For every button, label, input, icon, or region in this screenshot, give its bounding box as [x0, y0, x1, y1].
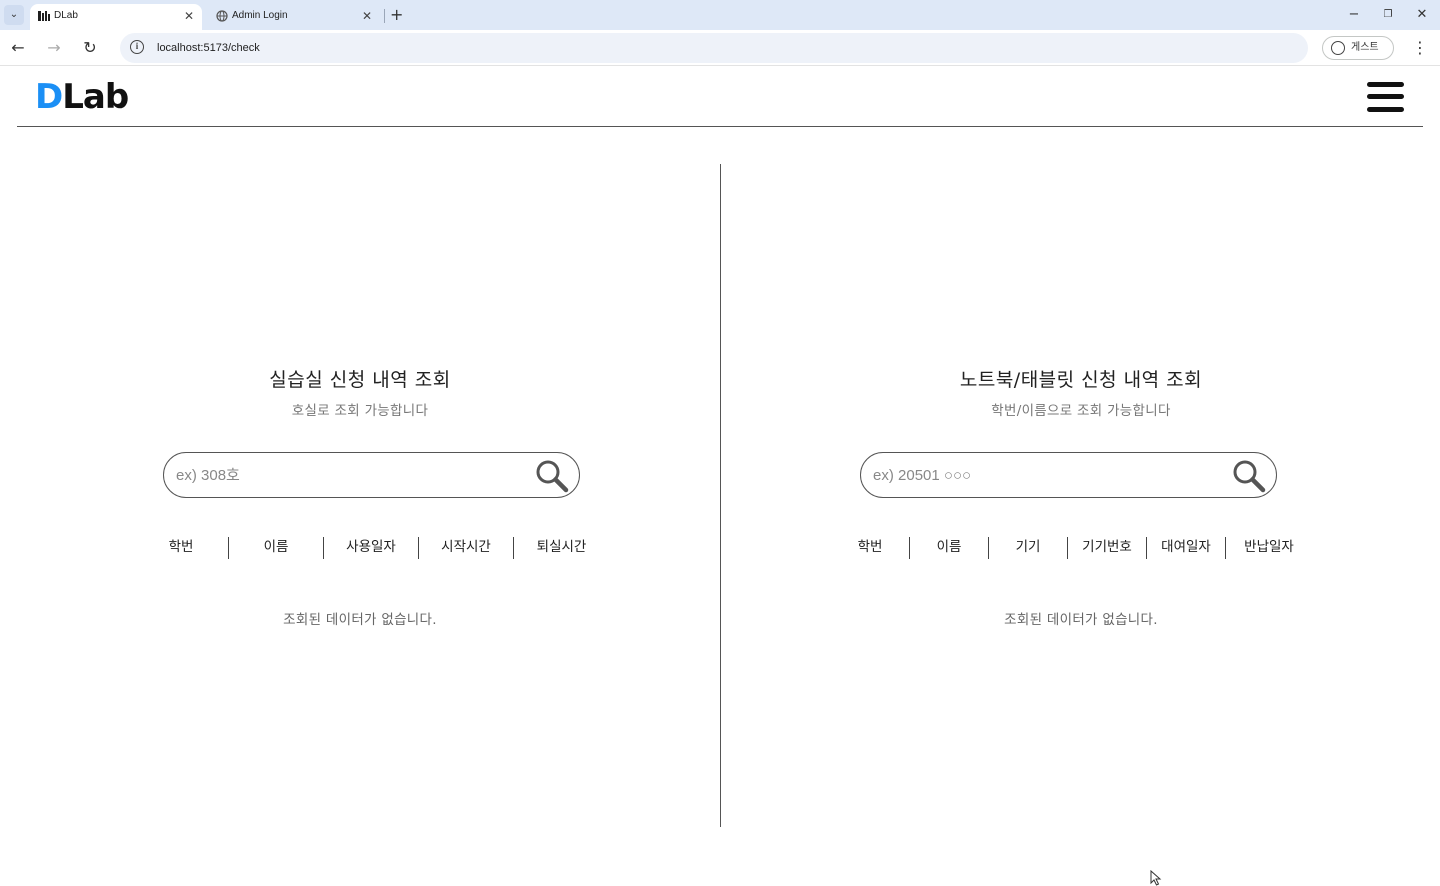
panel-subtitle: 학번/이름으로 조회 가능합니다 — [991, 403, 1171, 419]
browser-toolbar: ← → ↻ i localhost:5173/check 게스트 ⋮ — [0, 30, 1440, 66]
profile-button[interactable]: 게스트 — [1322, 36, 1394, 60]
room-table-header: 학번 이름 사용일자 시작시간 퇴실시간 — [134, 537, 609, 559]
close-icon[interactable]: ✕ — [184, 4, 194, 28]
site-info-icon[interactable]: i — [130, 40, 144, 54]
column-header: 사용일자 — [324, 537, 419, 559]
tab-admin-login[interactable]: Admin Login ✕ — [208, 4, 380, 30]
close-icon[interactable]: ✕ — [362, 4, 372, 28]
column-header: 대여일자 — [1147, 537, 1226, 559]
mouse-cursor-icon — [1150, 870, 1162, 886]
empty-message: 조회된 데이터가 없습니다. — [1004, 612, 1158, 628]
profile-label: 게스트 — [1351, 42, 1379, 53]
column-header: 기기 — [989, 537, 1068, 559]
tab-separator — [384, 9, 385, 23]
column-header: 기기번호 — [1068, 537, 1147, 559]
column-header: 학번 — [134, 537, 229, 559]
device-history-panel: 노트북/태블릿 신청 내역 조회 학번/이름으로 조회 가능합니다 학번 이름 … — [721, 67, 1440, 862]
panel-subtitle: 호실로 조회 가능합니다 — [291, 403, 429, 419]
search-icon[interactable] — [1232, 459, 1266, 493]
panel-title: 실습실 신청 내역 조회 — [269, 369, 451, 391]
tab-dlab[interactable]: DLab ✕ — [30, 4, 202, 30]
reload-icon[interactable]: ↻ — [79, 37, 101, 59]
device-table-header: 학번 이름 기기 기기번호 대여일자 반납일자 — [831, 537, 1312, 559]
dlab-favicon-icon — [38, 11, 50, 21]
minimize-icon[interactable]: − — [1337, 0, 1371, 30]
column-header: 반납일자 — [1244, 539, 1294, 555]
forward-icon[interactable]: → — [43, 37, 65, 59]
column-header: 시작시간 — [419, 537, 514, 559]
panel-title: 노트북/태블릿 신청 내역 조회 — [959, 369, 1203, 391]
column-header: 퇴실시간 — [536, 539, 587, 555]
tab-title: DLab — [54, 10, 78, 21]
back-icon[interactable]: ← — [7, 37, 29, 59]
url-text[interactable]: localhost:5173/check — [157, 33, 260, 63]
profile-icon — [1331, 41, 1345, 55]
globe-icon — [216, 10, 228, 22]
search-icon[interactable] — [535, 459, 569, 493]
restore-icon[interactable]: ❐ — [1371, 0, 1405, 30]
room-search-box — [163, 452, 580, 498]
tab-search-icon[interactable]: ⌄ — [4, 5, 24, 25]
browser-tab-bar: ⌄ DLab ✕ Admin Login ✕ + − ❐ ✕ — [0, 0, 1440, 30]
menu-kebab-icon[interactable]: ⋮ — [1412, 37, 1428, 59]
column-header: 이름 — [910, 537, 989, 559]
device-search-input[interactable] — [873, 453, 1213, 497]
room-search-input[interactable] — [176, 453, 516, 497]
empty-message: 조회된 데이터가 없습니다. — [283, 612, 437, 628]
room-history-panel: 실습실 신청 내역 조회 호실로 조회 가능합니다 학번 이름 사용일자 시작시… — [0, 67, 720, 862]
column-header: 이름 — [229, 537, 324, 559]
device-search-box — [860, 452, 1277, 498]
column-header: 학번 — [831, 537, 910, 559]
tab-title: Admin Login — [232, 10, 288, 21]
new-tab-icon[interactable]: + — [390, 4, 403, 26]
page: DLab 실습실 신청 내역 조회 호실로 조회 가능합니다 학번 이름 사용일… — [0, 67, 1440, 886]
window-close-icon[interactable]: ✕ — [1405, 0, 1439, 30]
address-bar[interactable]: i localhost:5173/check — [120, 33, 1308, 63]
